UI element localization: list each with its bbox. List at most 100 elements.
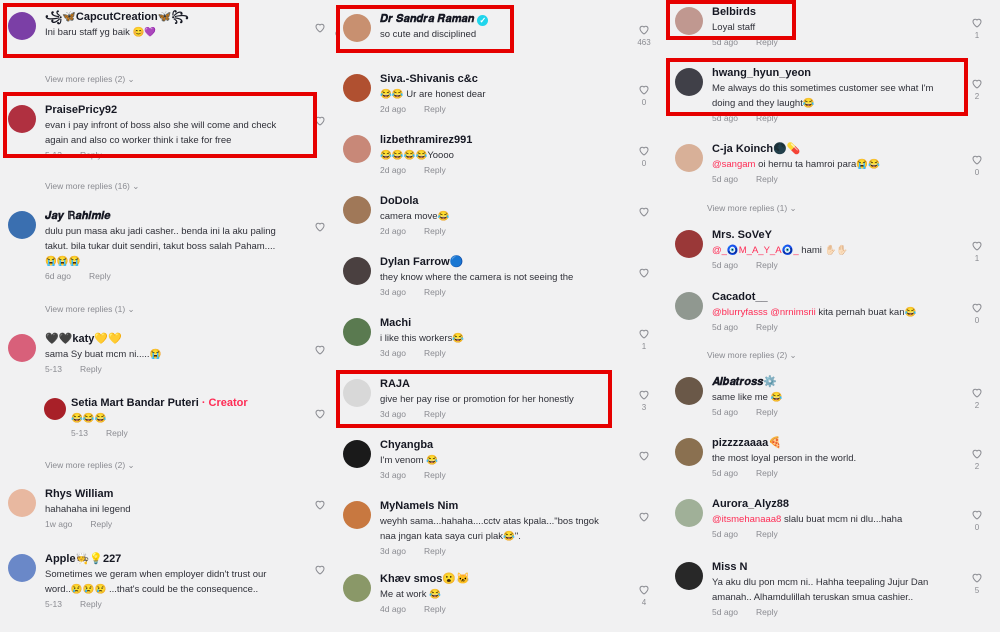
like-button[interactable]: 0 <box>629 84 659 107</box>
like-button[interactable] <box>305 22 335 33</box>
like-button[interactable]: 4 <box>629 584 659 607</box>
comment-author[interactable]: Rhys William <box>45 487 283 501</box>
avatar[interactable] <box>343 74 371 102</box>
like-button[interactable] <box>305 221 335 232</box>
mention-link[interactable]: @_🧿M_A_Y_A🧿_ <box>712 245 799 256</box>
like-button[interactable] <box>305 115 335 126</box>
comment-author[interactable]: Apple🧑‍🍳💡227 <box>45 552 283 566</box>
comment-author[interactable]: Aurora_Alyz88 <box>712 497 948 511</box>
comment-author[interactable]: Dylan Farrow🔵 <box>380 255 615 269</box>
reply-button[interactable]: Reply <box>756 407 778 417</box>
like-button[interactable]: 2 <box>962 448 992 471</box>
mention-link[interactable]: @itsmehanaaa8 <box>712 514 781 525</box>
like-button[interactable]: 1 <box>962 17 992 40</box>
like-button[interactable]: 0 <box>962 302 992 325</box>
mention-link[interactable]: @blurryfasss @nrnimsrii <box>712 307 816 318</box>
view-more-replies[interactable]: View more replies (1) ⌄ <box>707 203 797 214</box>
reply-button[interactable]: Reply <box>424 165 446 175</box>
reply-button[interactable]: Reply <box>756 607 778 617</box>
mention-link[interactable]: @sangam <box>712 159 755 170</box>
reply-button[interactable]: Reply <box>424 546 446 556</box>
like-button[interactable] <box>629 267 659 281</box>
like-button[interactable]: 0 <box>629 145 659 168</box>
comment-author[interactable]: Khæv smos😮🐱 <box>380 572 615 586</box>
avatar[interactable] <box>343 574 371 602</box>
reply-button[interactable]: Reply <box>106 428 128 438</box>
like-button[interactable] <box>305 344 335 355</box>
reply-button[interactable]: Reply <box>756 260 778 270</box>
avatar[interactable] <box>675 7 703 35</box>
comment-author[interactable]: 🖤🖤katy💛💛 <box>45 332 283 346</box>
view-more-replies[interactable]: View more replies (2) ⌄ <box>707 350 797 361</box>
reply-button[interactable]: Reply <box>424 409 446 419</box>
reply-button[interactable]: Reply <box>424 104 446 114</box>
reply-button[interactable]: Reply <box>80 599 102 609</box>
comment-author[interactable]: Setia Mart Bandar Puteri · Creator <box>71 396 283 410</box>
reply-button[interactable]: Reply <box>756 322 778 332</box>
like-button[interactable] <box>629 511 659 525</box>
comment-author[interactable]: Cacadot__ <box>712 290 948 304</box>
reply-button[interactable]: Reply <box>756 468 778 478</box>
like-button[interactable]: 3 <box>629 389 659 412</box>
avatar[interactable] <box>675 292 703 320</box>
comment-author[interactable]: ꧁🦋CapcutCreation🦋꧂ <box>45 10 283 24</box>
avatar[interactable] <box>343 318 371 346</box>
comment-author[interactable]: Machi <box>380 316 615 330</box>
reply-button[interactable]: Reply <box>756 174 778 184</box>
view-more-replies[interactable]: View more replies (2) ⌄ <box>45 74 135 85</box>
like-button[interactable] <box>305 499 335 510</box>
reply-button[interactable]: Reply <box>424 226 446 236</box>
reply-button[interactable]: Reply <box>424 348 446 358</box>
avatar[interactable] <box>8 211 36 239</box>
avatar[interactable] <box>675 230 703 258</box>
reply-button[interactable]: Reply <box>80 364 102 374</box>
avatar[interactable] <box>343 501 371 529</box>
like-button[interactable] <box>305 408 335 419</box>
comment-author[interactable]: 𝑨𝒍𝒃𝒂𝒕𝒓𝒐𝒔𝒔⚙️ <box>712 375 948 389</box>
avatar[interactable] <box>343 379 371 407</box>
reply-button[interactable]: Reply <box>756 529 778 539</box>
view-more-replies[interactable]: View more replies (1) ⌄ <box>45 304 135 315</box>
comment-author[interactable]: hwang_hyun_yeon <box>712 66 948 80</box>
comment-author[interactable]: RAJA <box>380 377 615 391</box>
avatar[interactable] <box>675 562 703 590</box>
avatar[interactable] <box>675 144 703 172</box>
reply-button[interactable]: Reply <box>424 470 446 480</box>
avatar[interactable] <box>343 14 371 42</box>
like-button[interactable]: 1 <box>962 240 992 263</box>
like-button[interactable] <box>305 564 335 575</box>
like-button[interactable]: 1 <box>629 328 659 351</box>
comment-author[interactable]: Miss N <box>712 560 948 574</box>
avatar[interactable] <box>343 257 371 285</box>
reply-button[interactable]: Reply <box>89 271 111 281</box>
comment-author[interactable]: 𝑱𝒂𝒚 ℝ𝒂𝒉𝒊𝒎𝒊𝒆 <box>45 209 283 223</box>
reply-button[interactable]: Reply <box>424 287 446 297</box>
avatar[interactable] <box>675 377 703 405</box>
avatar[interactable] <box>675 499 703 527</box>
comment-author[interactable]: lizbethramirez991 <box>380 133 615 147</box>
like-button[interactable]: 463 <box>629 24 659 47</box>
avatar[interactable] <box>8 554 36 582</box>
like-button[interactable] <box>629 206 659 220</box>
like-button[interactable]: 0 <box>962 509 992 532</box>
avatar[interactable] <box>675 68 703 96</box>
avatar[interactable] <box>675 438 703 466</box>
comment-author[interactable]: C-ja Koinch🌑💊 <box>712 142 948 156</box>
comment-author[interactable]: Mrs. SoVeY <box>712 228 948 242</box>
avatar[interactable] <box>343 135 371 163</box>
comment-author[interactable]: DoDola <box>380 194 615 208</box>
reply-button[interactable]: Reply <box>756 37 778 47</box>
avatar[interactable] <box>8 105 36 133</box>
like-button[interactable]: 2 <box>962 78 992 101</box>
like-button[interactable] <box>629 450 659 464</box>
comment-author[interactable]: 𝑫𝒓 𝑺𝒂𝒏𝒅𝒓𝒂 𝑹𝒂𝒎𝒂𝒏 ✓ <box>380 12 615 26</box>
avatar[interactable] <box>343 440 371 468</box>
comment-author[interactable]: PraisePricy92 <box>45 103 283 117</box>
like-button[interactable]: 5 <box>962 572 992 595</box>
reply-button[interactable]: Reply <box>424 604 446 614</box>
view-more-replies[interactable]: View more replies (16) ⌄ <box>45 181 139 192</box>
avatar[interactable] <box>8 489 36 517</box>
avatar[interactable] <box>44 398 66 420</box>
reply-button[interactable]: Reply <box>80 150 102 160</box>
reply-button[interactable]: Reply <box>90 519 112 529</box>
